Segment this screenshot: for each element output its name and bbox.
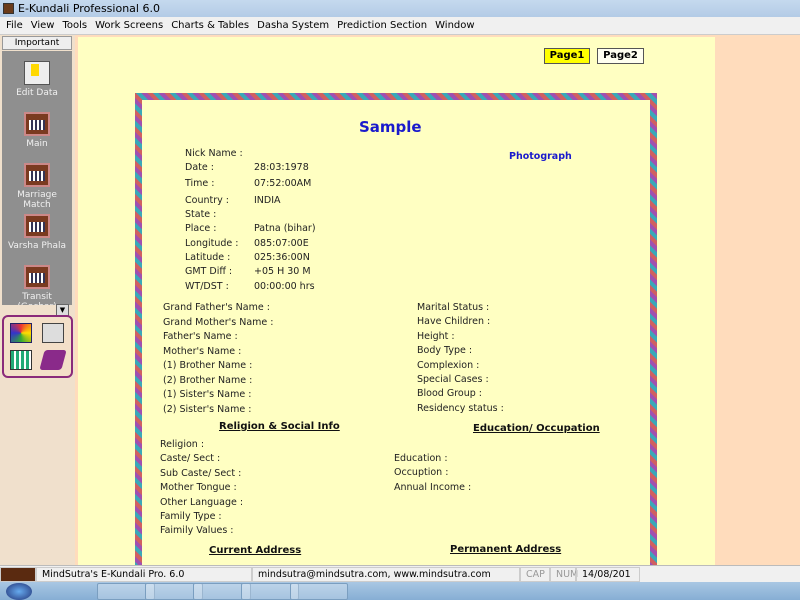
- personal-field: Blood Group :: [417, 388, 482, 400]
- kundali-icon[interactable]: [10, 323, 32, 343]
- personal-field: Body Type :: [417, 345, 473, 357]
- tool-varsha-phala[interactable]: Varsha Phala: [2, 214, 72, 251]
- education-heading: Education/ Occupation: [473, 423, 600, 434]
- education-field: Annual Income :: [394, 481, 472, 493]
- tool-marriage-match[interactable]: Marriage Match: [2, 163, 72, 210]
- religion-field: Other Language :: [160, 496, 244, 508]
- sidebar: Important Edit Data Main Marriage Match …: [0, 35, 75, 565]
- personal-field: Residency status :: [417, 402, 504, 414]
- menu-bar: File View Tools Work Screens Charts & Ta…: [0, 17, 800, 35]
- page1-button[interactable]: Page1: [544, 48, 590, 64]
- religion-field: Sub Caste/ Sect :: [160, 467, 242, 479]
- menu-prediction-section[interactable]: Prediction Section: [333, 17, 431, 34]
- app-icon: [3, 3, 14, 14]
- field-value: 085:07:00E: [254, 238, 309, 249]
- chart-icon: [24, 163, 50, 187]
- help-book-icon[interactable]: [39, 350, 67, 370]
- tool-edit-data[interactable]: Edit Data: [2, 61, 72, 98]
- family-field: (1) Sister's Name :: [163, 389, 252, 400]
- field-value: INDIA: [254, 195, 281, 206]
- family-field: Father's Name :: [163, 331, 238, 342]
- status-app: MindSutra's E-Kundali Pro. 6.0: [36, 567, 252, 582]
- education-field: Occuption :: [394, 467, 449, 479]
- tool-label: Transit (Gochar): [17, 292, 56, 305]
- field-label: Latitude :: [185, 252, 231, 263]
- quick-tools: [2, 315, 73, 378]
- field-label: Country :: [185, 195, 229, 206]
- status-bar: MindSutra's E-Kundali Pro. 6.0 mindsutra…: [0, 565, 800, 582]
- personal-field: Height :: [417, 330, 455, 342]
- status-num: NUM: [550, 567, 578, 582]
- start-button[interactable]: [6, 583, 32, 600]
- field-value: Patna (bihar): [254, 223, 316, 234]
- field-label: Date :: [185, 162, 214, 173]
- field-label: GMT Diff :: [185, 266, 233, 277]
- menu-file[interactable]: File: [2, 17, 27, 34]
- title-bar: E-Kundali Professional 6.0: [0, 0, 800, 17]
- print-icon[interactable]: [42, 323, 64, 343]
- religion-field: Caste/ Sect :: [160, 453, 221, 465]
- taskbar: [0, 582, 800, 600]
- report-area: Page1 Page2 Sample Photograph Nick Name …: [78, 37, 715, 573]
- family-field: (1) Brother Name :: [163, 360, 253, 371]
- current-address-heading: Current Address: [209, 545, 302, 556]
- field-value: +05 H 30 M: [254, 266, 311, 277]
- edit-data-icon: [24, 61, 50, 85]
- menu-charts-tables[interactable]: Charts & Tables: [167, 17, 253, 34]
- religion-field: Family Type :: [160, 511, 222, 522]
- calculator-icon[interactable]: [10, 350, 32, 370]
- religion-field: Faimily Values :: [160, 525, 234, 537]
- menu-window[interactable]: Window: [431, 17, 478, 34]
- field-value: 025:36:00N: [254, 252, 310, 263]
- tool-label: Main: [26, 139, 48, 149]
- family-field: Grand Father's Name :: [163, 302, 270, 313]
- tool-label: Varsha Phala: [7, 241, 67, 251]
- field-label: Time :: [185, 178, 215, 189]
- family-field: Grand Mother's Name :: [163, 316, 274, 328]
- chart-icon: [24, 214, 50, 238]
- field-label: WT/DST :: [185, 281, 229, 292]
- tool-label: Edit Data: [16, 88, 58, 98]
- personal-field: Special Cases :: [417, 374, 489, 385]
- personal-field: Have Children :: [417, 316, 491, 328]
- field-value: 07:52:00AM: [254, 178, 312, 189]
- important-button[interactable]: Important: [2, 36, 72, 50]
- tool-main[interactable]: Main: [2, 112, 72, 149]
- personal-field: Complexion :: [417, 359, 480, 371]
- chart-icon: [24, 112, 50, 136]
- window-title: E-Kundali Professional 6.0: [18, 2, 160, 15]
- field-value: 00:00:00 hrs: [254, 281, 315, 292]
- menu-view[interactable]: View: [27, 17, 59, 34]
- field-label: Longitude :: [185, 238, 239, 249]
- tool-transit[interactable]: Transit (Gochar): [2, 265, 72, 305]
- permanent-address-heading: Permanent Address: [450, 544, 562, 555]
- family-field: (2) Sister's Name :: [163, 403, 252, 415]
- status-contact: mindsutra@mindsutra.com, www.mindsutra.c…: [252, 567, 520, 582]
- field-value: 28:03:1978: [254, 162, 309, 173]
- chart-icon: [24, 265, 50, 289]
- family-field: (2) Brother Name :: [163, 374, 253, 386]
- religion-heading: Religion & Social Info: [219, 421, 340, 432]
- status-cap: CAP: [520, 567, 550, 582]
- page2-button[interactable]: Page2: [597, 48, 644, 64]
- religion-field: Religion :: [160, 439, 205, 450]
- tool-label: Marriage Match: [17, 190, 57, 210]
- menu-work-screens[interactable]: Work Screens: [91, 17, 167, 34]
- menu-tools[interactable]: Tools: [58, 17, 91, 34]
- field-label: Place :: [185, 223, 217, 234]
- personal-field: Marital Status :: [417, 302, 490, 313]
- taskbar-app-icon[interactable]: [45, 583, 103, 600]
- taskbar-key-icon[interactable]: [290, 583, 348, 600]
- photograph-label: Photograph: [509, 151, 572, 162]
- status-date: 14/08/201: [576, 567, 640, 582]
- field-label: Nick Name :: [185, 148, 243, 159]
- religion-field: Mother Tongue :: [160, 482, 237, 494]
- field-label: State :: [185, 209, 217, 220]
- education-field: Education :: [394, 453, 448, 464]
- sheet-title: Sample: [359, 118, 422, 136]
- tool-panel: Edit Data Main Marriage Match Varsha Pha…: [2, 51, 72, 317]
- family-field: Mother's Name :: [163, 345, 242, 357]
- status-app-icon: [0, 567, 36, 582]
- menu-dasha-system[interactable]: Dasha System: [253, 17, 333, 34]
